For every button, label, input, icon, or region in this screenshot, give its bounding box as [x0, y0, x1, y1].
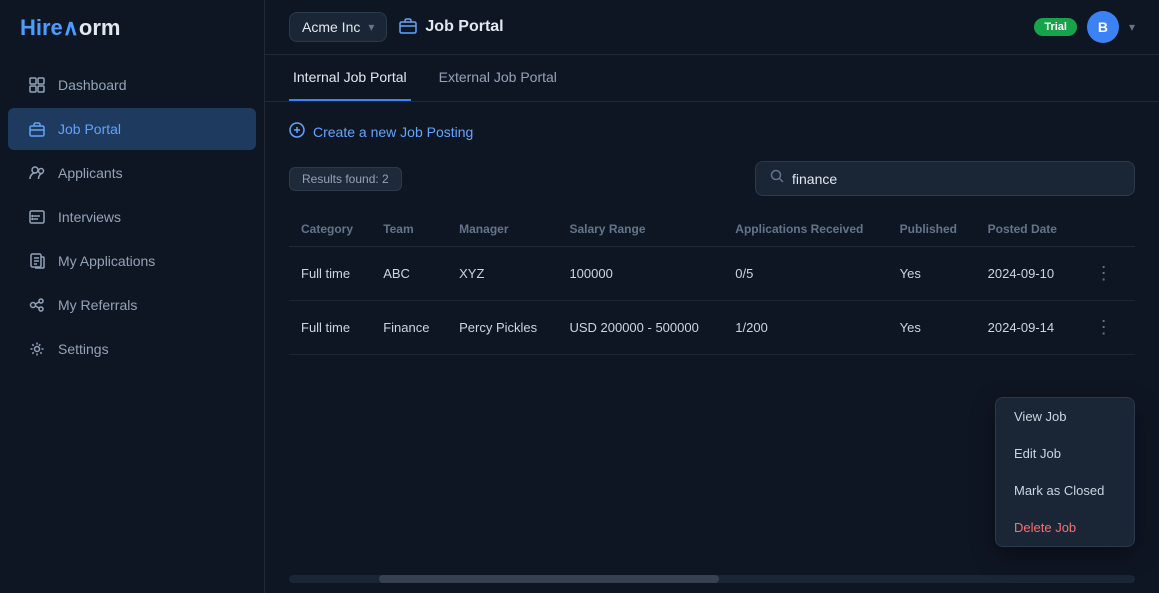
horizontal-scrollbar[interactable] — [289, 575, 1135, 583]
cell-more: ⋮ — [1077, 301, 1135, 355]
sidebar-item-settings[interactable]: Settings — [8, 328, 256, 370]
company-name: Acme Inc — [302, 19, 360, 35]
applicants-icon — [28, 164, 46, 182]
context-menu-item-mark-closed[interactable]: Mark as Closed — [996, 472, 1134, 509]
page-title-header: Job Portal — [399, 16, 503, 39]
sidebar-item-applicants[interactable]: Applicants — [8, 152, 256, 194]
avatar-chevron-icon[interactable]: ▾ — [1129, 20, 1135, 34]
cell-manager: XYZ — [447, 247, 557, 301]
col-category: Category — [289, 212, 371, 247]
col-salary: Salary Range — [557, 212, 723, 247]
col-team: Team — [371, 212, 447, 247]
logo: Hire∧orm — [0, 0, 264, 55]
my-applications-icon — [28, 252, 46, 270]
sidebar-item-dashboard[interactable]: Dashboard — [8, 64, 256, 106]
row-more-button[interactable]: ⋮ — [1089, 261, 1119, 286]
sidebar-item-my-applications[interactable]: My Applications — [8, 240, 256, 282]
sidebar-item-label: Applicants — [58, 165, 123, 181]
cell-more: ⋮ — [1077, 247, 1135, 301]
results-badge: Results found: 2 — [289, 167, 402, 191]
col-actions — [1077, 212, 1135, 247]
tab-external-job-portal[interactable]: External Job Portal — [435, 55, 561, 101]
context-menu-item-view-job[interactable]: View Job — [996, 398, 1134, 435]
search-icon — [770, 169, 784, 188]
cell-applications: 0/5 — [723, 247, 887, 301]
sidebar-item-label: Interviews — [58, 209, 121, 225]
cell-published: Yes — [888, 301, 976, 355]
cell-salary: USD 200000 - 500000 — [557, 301, 723, 355]
cell-salary: 100000 — [557, 247, 723, 301]
plus-circle-icon — [289, 122, 305, 141]
content-area: Internal Job Portal External Job Portal … — [265, 55, 1159, 593]
sidebar-item-job-portal[interactable]: Job Portal — [8, 108, 256, 150]
context-menu-item-delete-job[interactable]: Delete Job — [996, 509, 1134, 546]
trial-badge: Trial — [1034, 18, 1077, 36]
sidebar-item-label: My Referrals — [58, 297, 137, 313]
avatar[interactable]: B — [1087, 11, 1119, 43]
briefcase-icon — [28, 120, 46, 138]
nav-items: Dashboard Job Portal Appl — [0, 55, 264, 379]
company-selector[interactable]: Acme Inc ▾ — [289, 12, 387, 42]
cell-published: Yes — [888, 247, 976, 301]
sidebar-item-my-referrals[interactable]: My Referrals — [8, 284, 256, 326]
sidebar-item-interviews[interactable]: Interviews — [8, 196, 256, 238]
logo-text: Hire∧orm — [20, 15, 120, 41]
header-page-title: Job Portal — [425, 18, 503, 36]
col-published: Published — [888, 212, 976, 247]
context-menu-item-edit-job[interactable]: Edit Job — [996, 435, 1134, 472]
table-area: Create a new Job Posting Results found: … — [265, 102, 1159, 593]
row-more-button[interactable]: ⋮ — [1089, 315, 1119, 340]
toolbar: Results found: 2 — [289, 161, 1135, 196]
sidebar: Hire∧orm Dashboard — [0, 0, 265, 593]
cell-posted-date: 2024-09-14 — [976, 301, 1077, 355]
settings-icon — [28, 340, 46, 358]
sidebar-item-label: Job Portal — [58, 121, 121, 137]
header: Acme Inc ▾ Job Portal Trial B ▾ — [265, 0, 1159, 55]
scrollbar-thumb[interactable] — [379, 575, 719, 583]
table-header-row: Category Team Manager Salary Range Appli… — [289, 212, 1135, 247]
cell-posted-date: 2024-09-10 — [976, 247, 1077, 301]
header-right: Trial B ▾ — [1034, 11, 1135, 43]
cell-category: Full time — [289, 247, 371, 301]
table-row: Full time Finance Percy Pickles USD 2000… — [289, 301, 1135, 355]
briefcase-header-icon — [399, 16, 417, 39]
sidebar-item-label: Dashboard — [58, 77, 127, 93]
cell-manager: Percy Pickles — [447, 301, 557, 355]
create-link-label: Create a new Job Posting — [313, 124, 473, 140]
cell-applications: 1/200 — [723, 301, 887, 355]
cell-team: ABC — [371, 247, 447, 301]
col-applications: Applications Received — [723, 212, 887, 247]
sidebar-item-label: My Applications — [58, 253, 155, 269]
cell-team: Finance — [371, 301, 447, 355]
chevron-down-icon: ▾ — [368, 20, 374, 34]
context-menu: View Job Edit Job Mark as Closed Delete … — [995, 397, 1135, 547]
jobs-table: Category Team Manager Salary Range Appli… — [289, 212, 1135, 355]
sidebar-item-label: Settings — [58, 341, 109, 357]
cell-category: Full time — [289, 301, 371, 355]
search-input[interactable] — [792, 171, 1120, 187]
table-row: Full time ABC XYZ 100000 0/5 Yes 2024-09… — [289, 247, 1135, 301]
interviews-icon — [28, 208, 46, 226]
col-manager: Manager — [447, 212, 557, 247]
search-box[interactable] — [755, 161, 1135, 196]
create-job-posting-link[interactable]: Create a new Job Posting — [289, 122, 1135, 141]
tab-internal-job-portal[interactable]: Internal Job Portal — [289, 55, 411, 101]
dashboard-icon — [28, 76, 46, 94]
tabs: Internal Job Portal External Job Portal — [265, 55, 1159, 102]
referrals-icon — [28, 296, 46, 314]
main-content: Acme Inc ▾ Job Portal Trial B ▾ Internal… — [265, 0, 1159, 593]
col-posted-date: Posted Date — [976, 212, 1077, 247]
